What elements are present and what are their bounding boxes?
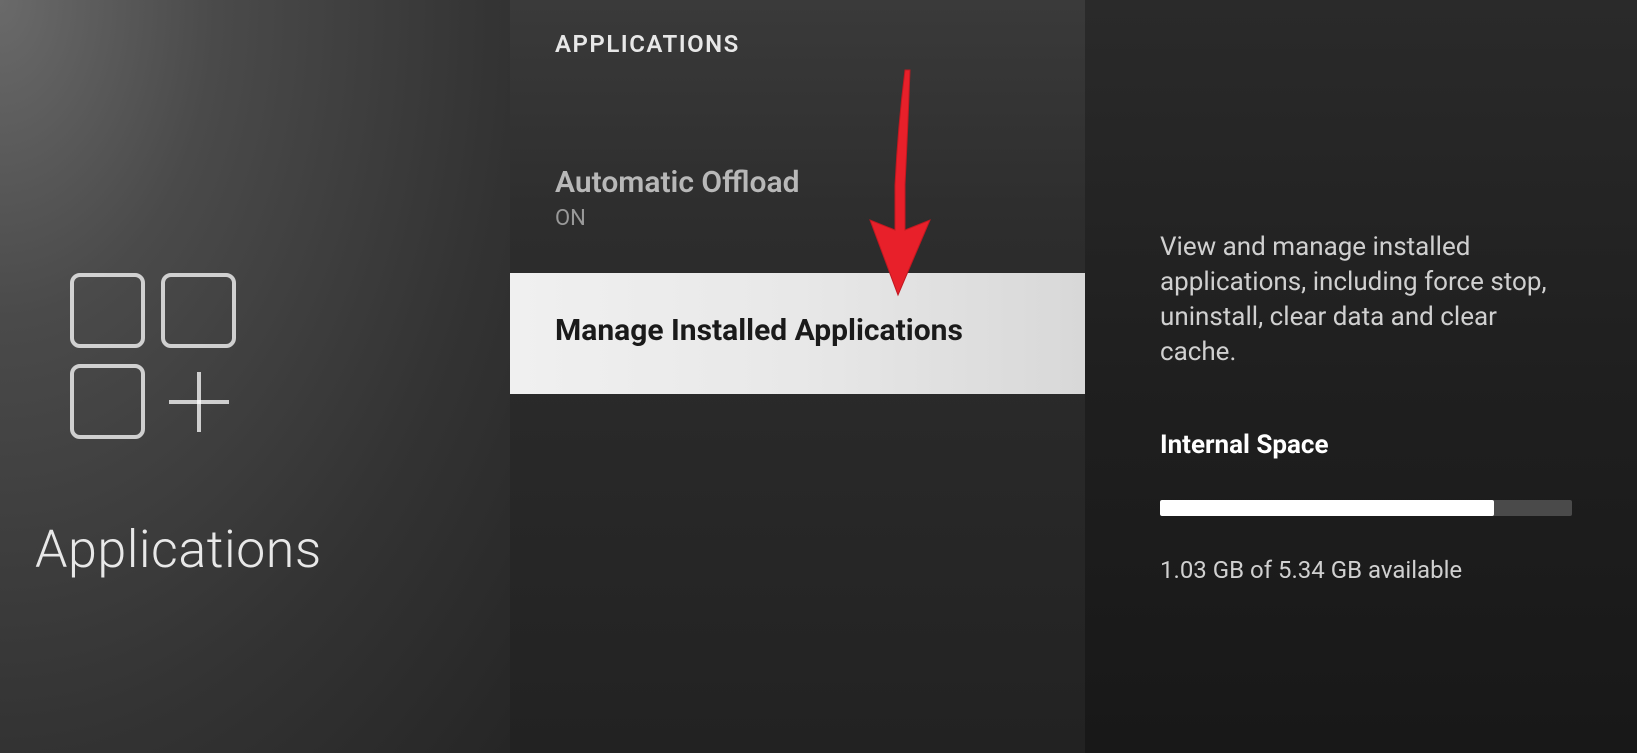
menu-item-title: Manage Installed Applications xyxy=(555,313,1040,348)
apps-grid-square-icon xyxy=(70,273,145,348)
menu-item-subtitle: ON xyxy=(555,206,1040,231)
storage-heading: Internal Space xyxy=(1160,430,1572,460)
menu-item-title: Automatic Offload xyxy=(555,165,1040,200)
storage-progress-bar xyxy=(1160,500,1572,516)
panel-title: Applications xyxy=(35,519,322,580)
menu-item-manage-installed-applications[interactable]: Manage Installed Applications xyxy=(510,273,1085,394)
right-panel: View and manage installed applications, … xyxy=(1085,0,1637,753)
storage-progress-fill xyxy=(1160,500,1494,516)
middle-panel: APPLICATIONS Automatic Offload ON Manage… xyxy=(510,0,1085,753)
section-header: APPLICATIONS xyxy=(510,30,1085,58)
description-text: View and manage installed applications, … xyxy=(1160,230,1572,370)
apps-grid-square-icon xyxy=(70,364,145,439)
apps-grid-square-icon xyxy=(161,273,236,348)
applications-icon xyxy=(70,273,236,439)
apps-grid-plus-icon xyxy=(161,364,236,439)
storage-available-text: 1.03 GB of 5.34 GB available xyxy=(1160,556,1572,584)
menu-item-automatic-offload[interactable]: Automatic Offload ON xyxy=(510,143,1085,253)
left-panel: Applications xyxy=(0,0,510,753)
